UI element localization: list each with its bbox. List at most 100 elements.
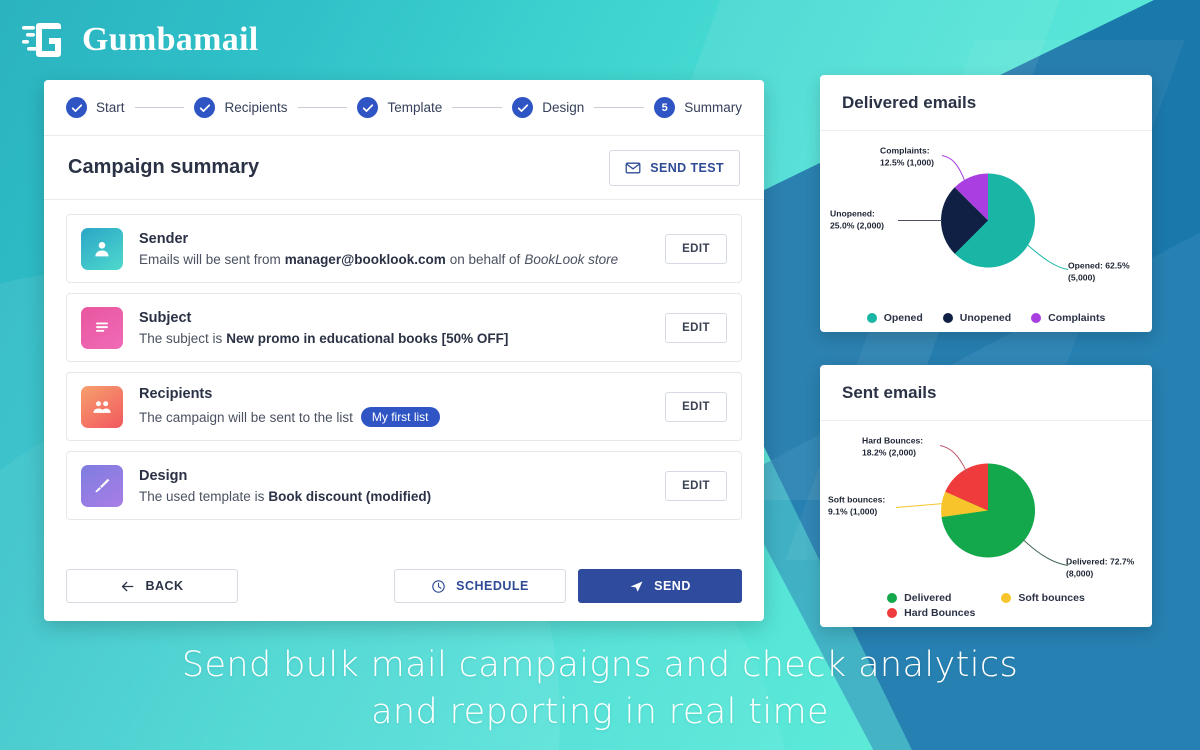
legend-dot-soft-bounces [1001, 593, 1012, 603]
legend-spacer [1001, 607, 1085, 619]
send-label: SEND [654, 579, 691, 593]
row-description-subject: The subject is New promo in educational … [139, 331, 665, 346]
row-text-before-sender: Emails will be sent from [139, 251, 281, 267]
label-soft-bounces-line2: 9.1% (1,000) [828, 507, 877, 517]
stepper-step-start[interactable]: Start [66, 97, 125, 118]
legend-dot-complaints [1031, 313, 1042, 323]
label-unopened-line1: Unopened: [830, 209, 875, 219]
stepper-step-summary[interactable]: 5 Summary [654, 97, 742, 118]
row-strong-design: Book discount (modified) [268, 488, 432, 504]
send-test-label: SEND TEST [650, 160, 724, 175]
legend-item-soft-bounces[interactable]: Soft bounces [1001, 592, 1085, 604]
edit-button-sender[interactable]: EDIT [665, 233, 727, 264]
campaign-summary-card: Start Recipients Template Design 5 Summa… [44, 80, 764, 621]
legend-label-unopened: Unopened [959, 312, 1012, 324]
delivered-emails-chart-card: Delivered emails Complaints: 12.5% (1,00… [820, 75, 1152, 332]
schedule-label: SCHEDULE [456, 579, 529, 593]
label-opened-line2: (5,000) [1068, 273, 1095, 283]
label-complaints-line1: Complaints: [880, 146, 930, 156]
campaign-stepper: Start Recipients Template Design 5 Summa… [44, 80, 764, 136]
brand-name: Gumbamail [82, 21, 259, 58]
summary-rows: Sender Emails will be sent from manager@… [44, 200, 764, 551]
step-check-icon-recipients [194, 97, 216, 118]
legend-dot-hard-bounces [887, 608, 898, 618]
row-text-middle-sender: on behalf of [449, 251, 521, 267]
arrow-left-icon [122, 581, 134, 591]
stepper-connector-1 [134, 107, 185, 108]
row-title-recipients: Recipients [139, 386, 213, 402]
document-lines-icon [81, 306, 123, 349]
legend-dot-delivered [887, 593, 898, 603]
send-button[interactable]: SEND [578, 569, 742, 603]
page-title: Campaign summary [68, 156, 260, 178]
send-test-button[interactable]: SEND TEST [609, 149, 740, 186]
label-soft-bounces-line1: Soft bounces: [828, 495, 885, 505]
label-opened-line1: Opened: 62.5% [1068, 261, 1130, 271]
summary-row-body-sender: Sender Emails will be sent from manager@… [139, 231, 665, 267]
back-button[interactable]: BACK [66, 569, 238, 603]
label-delivered-line1: Delivered: 72.7% [1066, 557, 1135, 567]
label-unopened-line2: 25.0% (2,000) [830, 221, 884, 231]
leader-line-opened [1025, 243, 1069, 270]
stepper-label-design: Design [542, 100, 585, 115]
legend-item-hard-bounces[interactable]: Hard Bounces [887, 607, 975, 619]
row-text-before-recipients: The campaign will be sent to the list [139, 409, 353, 425]
edit-button-design[interactable]: EDIT [665, 470, 727, 501]
legend-label-opened: Opened [883, 312, 923, 324]
legend-item-delivered[interactable]: Delivered [887, 592, 975, 604]
legend-item-complaints[interactable]: Complaints [1031, 312, 1105, 324]
card-footer: BACK SCHEDULE SEND [44, 551, 764, 621]
summary-row-body-recipients: Recipients The campaign will be sent to … [139, 386, 665, 427]
stepper-step-template[interactable]: Template [357, 97, 442, 118]
edit-button-subject[interactable]: EDIT [665, 312, 727, 343]
stepper-connector-3 [452, 107, 503, 108]
stepper-step-recipients[interactable]: Recipients [194, 97, 288, 118]
legend-label-soft-bounces: Soft bounces [1018, 592, 1085, 604]
leader-line-soft-bounces [895, 503, 945, 508]
tagline-line-1: Send bulk mail campaigns and check analy… [181, 644, 1019, 685]
stepper-connector-2 [297, 107, 348, 108]
label-hard-bounces-line1: Hard Bounces: [862, 436, 923, 446]
stepper-label-start: Start [96, 100, 125, 115]
gumbamail-g-logo-icon [22, 23, 61, 57]
stepper-label-recipients: Recipients [224, 100, 288, 115]
row-description-sender: Emails will be sent from manager@bookloo… [139, 252, 665, 267]
step-check-icon-start [66, 97, 87, 118]
person-icon [81, 227, 123, 270]
summary-header: Campaign summary SEND TEST [44, 136, 764, 200]
delivered-chart-legend: Opened Unopened Complaints [820, 312, 1152, 324]
row-text-before-design: The used template is [139, 488, 265, 504]
leader-line-delivered [1022, 539, 1069, 566]
step-check-icon-design [512, 97, 534, 118]
sent-emails-chart-card: Sent emails Hard Bounces: 18.2% (2,000) … [820, 365, 1152, 627]
row-italic-sender: BookLook store [524, 251, 619, 267]
sent-chart-legend: Delivered Soft bounces Hard Bounces [820, 592, 1152, 619]
envelope-icon [625, 162, 641, 173]
stepper-label-summary: Summary [684, 100, 742, 115]
schedule-button[interactable]: SCHEDULE [394, 569, 566, 603]
row-title-subject: Subject [139, 309, 192, 326]
edit-button-recipients[interactable]: EDIT [665, 391, 727, 422]
recipient-list-badge[interactable]: My first list [360, 407, 440, 427]
sent-chart-header: Sent emails [820, 365, 1152, 421]
legend-label-hard-bounces: Hard Bounces [904, 607, 976, 619]
label-complaints-line2: 12.5% (1,000) [880, 158, 934, 168]
legend-item-unopened[interactable]: Unopened [942, 312, 1012, 324]
stepper-label-template: Template [387, 100, 443, 115]
leader-line-hard-bounces [939, 445, 968, 473]
people-group-icon [81, 385, 123, 428]
tagline-line-2: and reporting in real time [371, 691, 829, 732]
back-label: BACK [145, 579, 184, 593]
summary-row-body-design: Design The used template is Book discoun… [139, 468, 665, 504]
sent-chart-title: Sent emails [842, 382, 937, 402]
legend-item-opened[interactable]: Opened [866, 312, 923, 324]
legend-label-complaints: Complaints [1048, 312, 1106, 324]
summary-row-body-subject: Subject The subject is New promo in educ… [139, 310, 665, 346]
label-delivered-line2: (8,000) [1066, 569, 1093, 579]
delivered-chart-body: Complaints: 12.5% (1,000) Unopened: 25.0… [820, 131, 1152, 332]
stepper-step-design[interactable]: Design [512, 97, 584, 118]
summary-row-sender: Sender Emails will be sent from manager@… [66, 214, 742, 283]
row-strong-subject: New promo in educational books [50% OFF] [226, 330, 509, 346]
label-hard-bounces-line2: 18.2% (2,000) [862, 448, 916, 458]
delivered-chart-title: Delivered emails [842, 92, 977, 112]
